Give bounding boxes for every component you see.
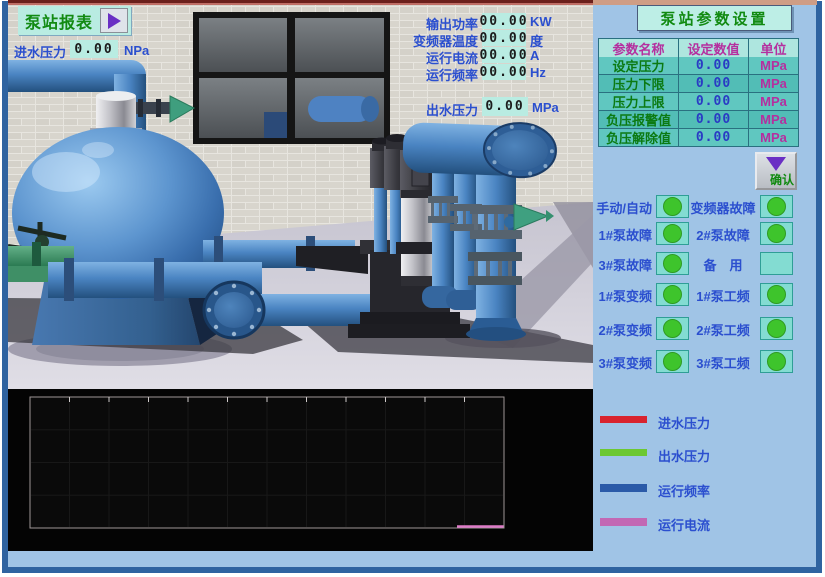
param-row-value[interactable]: 0.00 <box>679 129 749 147</box>
legend-label-frequency: 运行频率 <box>658 481 710 500</box>
output-power-unit: KW <box>530 14 572 29</box>
param-row-unit: MPa <box>749 75 799 93</box>
run-frequency-value: 00.00 <box>482 64 526 80</box>
status-label-vfd-fault: 变频器故障 <box>688 198 758 217</box>
status-lamp-box <box>760 283 793 306</box>
hmi-screen: 泵站报表 进水压力 0.00 NPa 输出功率 00.00 KW 变频器温度 0… <box>0 0 825 577</box>
status-label-manual-auto: 手动/自动 <box>582 198 652 217</box>
inverter-temp-value: 00.00 <box>482 30 526 46</box>
col-header-value: 设定数值 <box>679 39 749 59</box>
param-row-value[interactable]: 0.00 <box>679 93 749 111</box>
confirm-triangle-icon <box>766 157 786 171</box>
status-lamp-box <box>656 283 689 306</box>
status-label-pump3-fault: 3#泵故障 <box>582 255 652 274</box>
status-label-pump3-vfd: 3#泵变频 <box>582 353 652 372</box>
status-lamp-box <box>760 252 793 275</box>
status-lamp <box>767 224 786 243</box>
status-lamp <box>767 352 786 371</box>
status-lamp <box>663 197 682 216</box>
params-table: 参数名称 设定数值 单位 设定压力 0.00 MPa 压力下限 0.00 MPa… <box>598 38 799 147</box>
inlet-pressure-value: 0.00 <box>70 40 118 58</box>
status-lamp-box <box>656 350 689 373</box>
param-row-value[interactable]: 0.00 <box>679 57 749 75</box>
run-current-value: 00.00 <box>482 47 526 63</box>
status-lamp <box>663 254 682 273</box>
legend-label-outlet: 出水压力 <box>658 446 710 465</box>
legend-swatch-frequency <box>600 484 647 492</box>
param-row-value[interactable]: 0.00 <box>679 111 749 129</box>
params-panel-title: 泵站参数设置 <box>637 5 792 31</box>
status-lamp <box>767 197 786 216</box>
param-row-unit: MPa <box>749 111 799 129</box>
legend-label-current: 运行电流 <box>658 515 710 534</box>
status-lamp-box <box>656 317 689 340</box>
status-lamp-box <box>760 195 793 218</box>
param-row-name: 设定压力 <box>599 57 679 75</box>
status-lamp <box>663 352 682 371</box>
status-label-pump1-fault: 1#泵故障 <box>582 225 652 244</box>
status-label-pump2-fault: 2#泵故障 <box>688 225 758 244</box>
status-lamp-box <box>656 252 689 275</box>
param-row-unit: MPa <box>749 57 799 75</box>
inlet-pressure-label: 进水压力 <box>14 42 66 61</box>
status-lamp <box>663 319 682 338</box>
param-row-name: 负压解除值 <box>599 129 679 147</box>
run-frequency-label: 运行频率 <box>368 65 478 84</box>
param-row-unit: MPa <box>749 129 799 147</box>
status-lamp <box>767 319 786 338</box>
inlet-pressure-unit: NPa <box>124 43 149 58</box>
outlet-pressure-unit: MPa <box>532 100 559 115</box>
status-label-pump1-vfd: 1#泵变频 <box>582 286 652 305</box>
trend-chart <box>8 389 593 551</box>
play-icon <box>108 13 121 29</box>
status-lamp-box <box>760 317 793 340</box>
param-row-unit: MPa <box>749 93 799 111</box>
legend-swatch-inlet <box>600 416 647 423</box>
report-button[interactable]: 泵站报表 <box>18 6 131 35</box>
outlet-pressure-label: 出水压力 <box>368 100 478 119</box>
ceiling-strip <box>8 0 593 3</box>
report-play-button[interactable] <box>100 8 128 33</box>
status-label-pump3-mains: 3#泵工频 <box>688 353 758 372</box>
legend-swatch-outlet <box>600 449 647 456</box>
confirm-button[interactable]: 确认 <box>755 152 797 190</box>
param-row-name: 压力下限 <box>599 75 679 93</box>
discharge-header <box>402 119 557 178</box>
status-label-spare: 备 用 <box>688 255 758 274</box>
outlet-pressure-value: 0.00 <box>482 97 528 116</box>
col-header-name: 参数名称 <box>599 39 679 59</box>
status-lamp <box>767 285 786 304</box>
status-lamp-box <box>760 222 793 245</box>
status-lamp <box>663 224 682 243</box>
param-row-value[interactable]: 0.00 <box>679 75 749 93</box>
legend-swatch-current <box>600 518 647 526</box>
status-label-pump1-mains: 1#泵工频 <box>688 286 758 305</box>
status-lamp-box <box>760 350 793 373</box>
status-lamp-box <box>656 222 689 245</box>
legend-label-inlet: 进水压力 <box>658 413 710 432</box>
status-label-pump2-mains: 2#泵工频 <box>688 320 758 339</box>
param-row-name: 负压报警值 <box>599 111 679 129</box>
run-frequency-unit: Hz <box>530 65 572 80</box>
confirm-button-label: 确认 <box>770 171 794 188</box>
report-button-label: 泵站报表 <box>18 9 100 33</box>
status-lamp <box>663 285 682 304</box>
output-power-value: 00.00 <box>482 13 526 29</box>
window <box>193 12 390 144</box>
status-label-pump2-vfd: 2#泵变频 <box>582 320 652 339</box>
col-header-unit: 单位 <box>749 39 799 59</box>
param-row-name: 压力上限 <box>599 93 679 111</box>
run-current-unit: A <box>530 48 572 63</box>
status-lamp-box <box>656 195 689 218</box>
